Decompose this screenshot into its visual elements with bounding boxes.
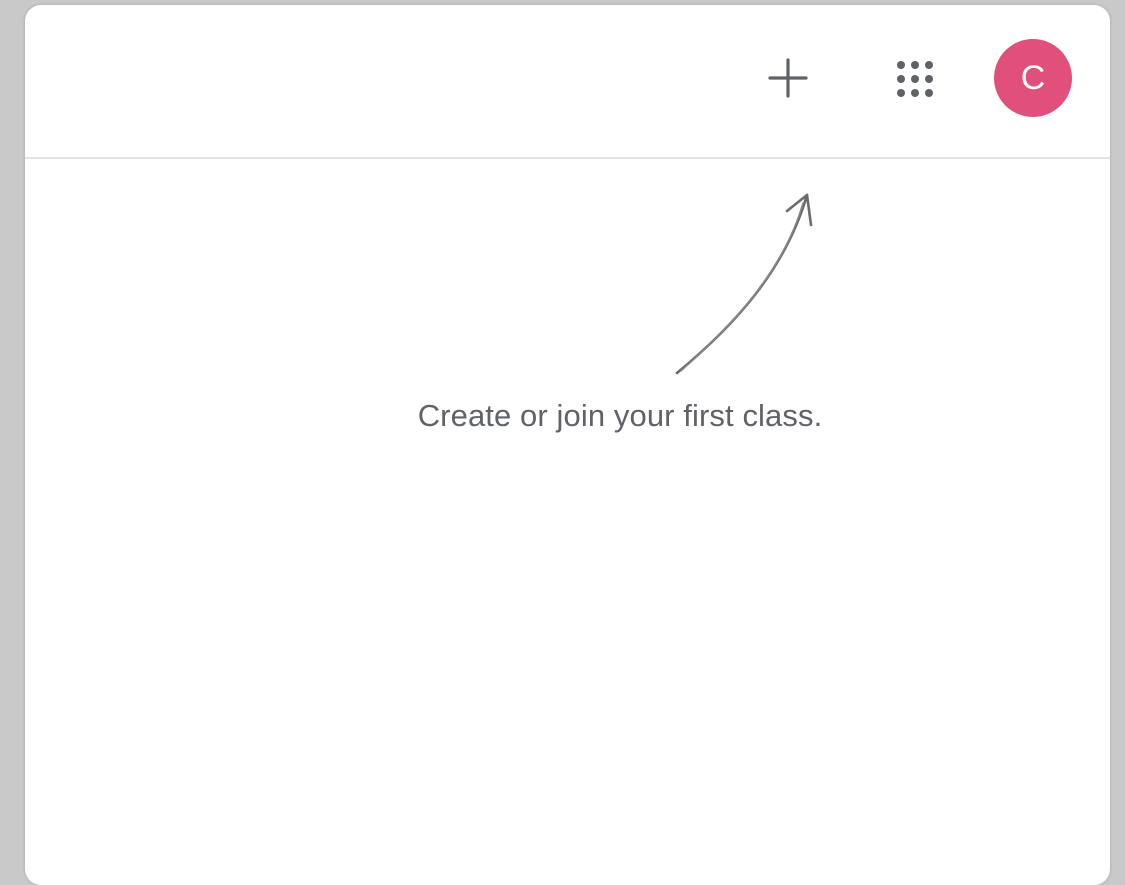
avatar-initial: C [1020,58,1046,97]
hand-drawn-arrow-icon [675,193,813,375]
apps-grid-icon [897,61,933,97]
account-avatar[interactable]: C [994,39,1072,117]
google-apps-button[interactable] [891,55,939,103]
plus-icon [768,58,808,98]
create-or-join-class-button[interactable] [763,53,813,103]
empty-state-message: Create or join your first class. [417,398,823,433]
top-app-bar: C [25,5,1110,159]
classroom-window: C Create or join your first class. [25,5,1110,885]
